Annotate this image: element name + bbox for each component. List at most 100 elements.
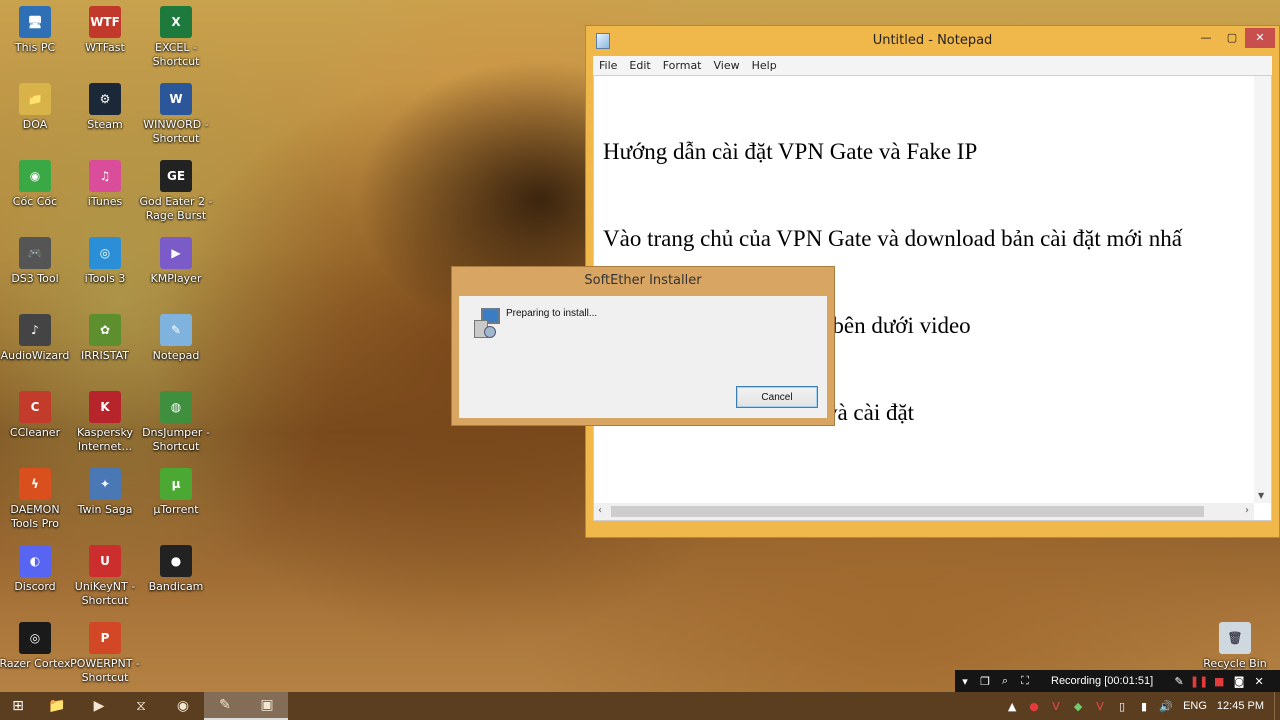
- app-icon: 🖥: [19, 6, 51, 38]
- desktop-icon-irristat[interactable]: ✿ IRRISTAT: [67, 308, 143, 380]
- clock[interactable]: 12:45 PM: [1217, 700, 1264, 712]
- window-title: Untitled - Notepad: [872, 33, 993, 48]
- softether-installer-dialog[interactable]: SoftEther Installer Preparing to install…: [451, 266, 835, 426]
- unikey-tray-icon[interactable]: V: [1089, 700, 1111, 713]
- desktop-icon-razer-cortex[interactable]: ◎ Razer Cortex: [0, 616, 73, 688]
- desktop-icon-label: DnsJumper - Shortcut: [142, 426, 210, 453]
- minimize-button[interactable]: —: [1193, 28, 1219, 48]
- app-icon: C: [19, 391, 51, 423]
- vivaldi-tray-icon[interactable]: V: [1045, 700, 1067, 713]
- desktop-icon--torrent[interactable]: µ µTorrent: [138, 462, 214, 534]
- bandicam-tray-icon[interactable]: ●: [1023, 700, 1045, 713]
- desktop-icon-kaspersky[interactable]: K Kaspersky Internet...: [67, 385, 143, 457]
- desktop-icon-itunes[interactable]: ♫ iTunes: [67, 154, 143, 226]
- app-icon: GE: [160, 160, 192, 192]
- show-desktop-button[interactable]: [1274, 692, 1280, 720]
- notepad-titlebar[interactable]: Untitled - Notepad — ▢ ✕: [586, 26, 1279, 56]
- desktop-icon-unikeynt-[interactable]: U UniKeyNT - Shortcut: [67, 539, 143, 611]
- volume-icon[interactable]: 🔊: [1155, 700, 1177, 713]
- recycle-bin-icon: 🗑: [1219, 622, 1251, 654]
- horizontal-scrollbar[interactable]: ‹ ›: [594, 503, 1254, 520]
- desktop-icon-audiowizard[interactable]: ♪ AudioWizard: [0, 308, 73, 380]
- desktop-icon-kmplayer[interactable]: ▶ KMPlayer: [138, 231, 214, 303]
- system-tray: ▲ ● V ◆ V ▯ ▮ 🔊 ENG 12:45 PM: [1001, 692, 1280, 720]
- app-icon: ✿: [89, 314, 121, 346]
- desktop-icon-label: Razer Cortex: [0, 657, 71, 670]
- desktop-icon-discord[interactable]: ◐ Discord: [0, 539, 73, 611]
- desktop-icon-this-pc[interactable]: 🖥 This PC: [0, 0, 73, 72]
- app-icon: ●: [160, 545, 192, 577]
- scroll-down-arrow-icon[interactable]: ▼: [1258, 491, 1264, 500]
- tray-expand-icon[interactable]: ▲: [1001, 700, 1023, 713]
- app-icon: ✎: [160, 314, 192, 346]
- cancel-button[interactable]: Cancel: [736, 386, 818, 408]
- taskbar-kmplayer[interactable]: ⧖: [120, 692, 162, 720]
- recording-toolbar[interactable]: ▾ ❐ ⌕ ⛶ Recording [00:01:51] ✎ ❚❚ ■ ◙ ✕: [955, 670, 1280, 692]
- app-icon: U: [89, 545, 121, 577]
- desktop-icon-label: iTunes: [87, 195, 123, 208]
- taskbar-softether-installer[interactable]: ▣: [246, 692, 288, 720]
- desktop-icon-twin-saga[interactable]: ✦ Twin Saga: [67, 462, 143, 534]
- pause-icon[interactable]: ❚❚: [1189, 675, 1209, 688]
- desktop-icon-doa[interactable]: 📁 DOA: [0, 77, 73, 149]
- maximize-button[interactable]: ▢: [1219, 28, 1245, 48]
- app-icon: ◎: [89, 237, 121, 269]
- desktop-icon-god-eater-2-[interactable]: GE God Eater 2 - Rage Burst: [138, 154, 214, 226]
- stop-icon[interactable]: ■: [1209, 675, 1229, 688]
- desktop-icon-wtfast[interactable]: WTF WTFast: [67, 0, 143, 72]
- app-icon: 🎮: [19, 237, 51, 269]
- menu-format[interactable]: Format: [663, 59, 702, 72]
- app-icon: ♪: [19, 314, 51, 346]
- desktop-icon-excel-[interactable]: X EXCEL - Shortcut: [138, 0, 214, 72]
- camera-icon[interactable]: ◙: [1229, 675, 1249, 688]
- chevron-down-icon[interactable]: ▾: [955, 675, 975, 688]
- desktop-icon-label: Discord: [14, 580, 56, 593]
- vertical-scrollbar[interactable]: ▼: [1254, 76, 1271, 503]
- input-language[interactable]: ENG: [1183, 700, 1207, 712]
- desktop-icon-label: POWERPNT - Shortcut: [70, 657, 140, 684]
- menu-help[interactable]: Help: [752, 59, 777, 72]
- close-icon[interactable]: ✕: [1249, 675, 1269, 688]
- desktop-icon-label: Cốc Cốc: [12, 195, 58, 208]
- desktop-icon-bandicam[interactable]: ● Bandicam: [138, 539, 214, 611]
- pencil-icon[interactable]: ✎: [1169, 675, 1189, 688]
- desktop-icon-ds3-tool[interactable]: 🎮 DS3 Tool: [0, 231, 73, 303]
- desktop-icon-label: Notepad: [152, 349, 200, 362]
- network-icon[interactable]: ▮: [1133, 700, 1155, 713]
- taskbar-media-player[interactable]: ▶: [78, 692, 120, 720]
- desktop-icon-powerpnt-[interactable]: P POWERPNT - Shortcut: [67, 616, 143, 688]
- desktop-icon-steam[interactable]: ⚙ Steam: [67, 77, 143, 149]
- search-icon[interactable]: ⌕: [995, 674, 1015, 688]
- scrollbar-thumb[interactable]: [611, 506, 1204, 517]
- desktop-icon-itools-3[interactable]: ◎ iTools 3: [67, 231, 143, 303]
- window-mode-icon[interactable]: ❐: [975, 675, 995, 688]
- desktop-icon-notepad[interactable]: ✎ Notepad: [138, 308, 214, 380]
- screen-region-icon[interactable]: ⛶: [1015, 674, 1035, 688]
- desktop-icon-winword-[interactable]: W WINWORD - Shortcut: [138, 77, 214, 149]
- scroll-left-arrow-icon[interactable]: ‹: [598, 505, 602, 516]
- menu-edit[interactable]: Edit: [629, 59, 650, 72]
- desktop-icon-label: CCleaner: [9, 426, 61, 439]
- desktop-icon-dnsjumper-[interactable]: ◍ DnsJumper - Shortcut: [138, 385, 214, 457]
- close-button[interactable]: ✕: [1245, 28, 1275, 48]
- menu-file[interactable]: File: [599, 59, 617, 72]
- app-icon: ◐: [19, 545, 51, 577]
- app-icon: ϟ: [19, 468, 51, 500]
- desktop-icon-label: AudioWizard: [0, 349, 70, 362]
- desktop-icon-ccleaner[interactable]: C CCleaner: [0, 385, 73, 457]
- taskbar-coc-coc[interactable]: ◉: [162, 692, 204, 720]
- desktop-icon-label: WINWORD - Shortcut: [143, 118, 209, 145]
- desktop-icon-daemon[interactable]: ϟ DAEMON Tools Pro: [0, 462, 73, 534]
- desktop-icon-c-c-c-c[interactable]: ◉ Cốc Cốc: [0, 154, 73, 226]
- start-button[interactable]: ⊞: [0, 692, 36, 720]
- taskbar-file-explorer[interactable]: 📁: [36, 692, 78, 720]
- desktop-icon-label: DAEMON Tools Pro: [10, 503, 60, 530]
- network-app-tray-icon[interactable]: ◆: [1067, 700, 1089, 713]
- app-icon: W: [160, 83, 192, 115]
- scroll-right-arrow-icon[interactable]: ›: [1245, 505, 1249, 516]
- app-icon: WTF: [89, 6, 121, 38]
- device-tray-icon[interactable]: ▯: [1111, 700, 1133, 713]
- desktop-icon-label: Twin Saga: [77, 503, 133, 516]
- menu-view[interactable]: View: [714, 59, 740, 72]
- taskbar-notepad[interactable]: ✎: [204, 692, 246, 720]
